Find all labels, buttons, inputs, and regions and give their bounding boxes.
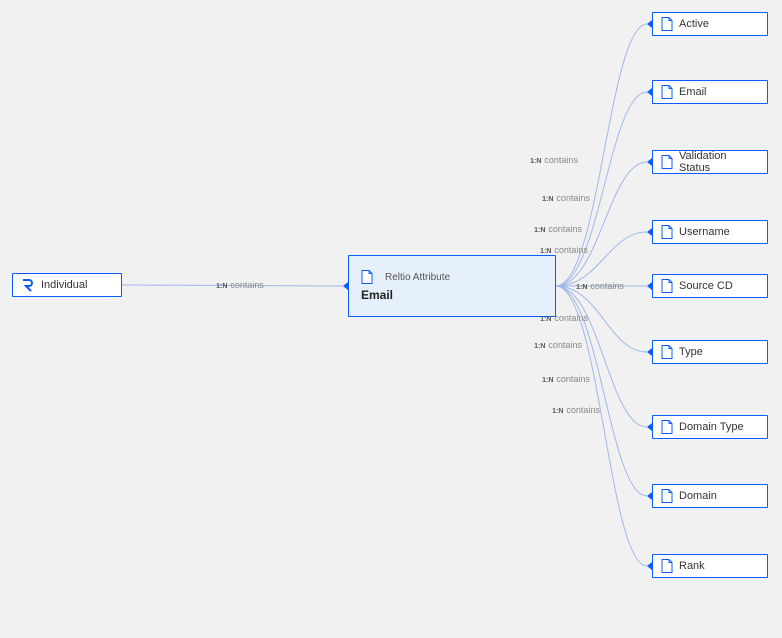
edge-cardinality: 1:N	[534, 227, 545, 234]
document-icon	[361, 270, 373, 284]
reltio-logo-icon	[21, 278, 35, 292]
edge-relation: contains	[590, 281, 624, 291]
edge-relation: contains	[548, 224, 582, 234]
node-label: Type	[679, 346, 703, 358]
edge-relation: contains	[548, 340, 582, 350]
document-icon	[661, 85, 673, 99]
node-label: Validation Status	[679, 150, 759, 174]
attribute-node[interactable]: Domain Type	[652, 415, 768, 439]
edge-cardinality: 1:N	[534, 343, 545, 350]
edge-relation: contains	[554, 245, 588, 255]
document-icon	[661, 279, 673, 293]
document-icon	[661, 155, 673, 169]
node-label: Domain	[679, 490, 717, 502]
node-subtitle: Reltio Attribute	[385, 272, 450, 283]
edge-cardinality: 1:N	[552, 408, 563, 415]
document-icon	[661, 489, 673, 503]
edge-cardinality: 1:N	[576, 284, 587, 291]
entity-node-individual[interactable]: Individual	[12, 273, 122, 297]
edge-relation: contains	[544, 155, 578, 165]
document-icon	[661, 559, 673, 573]
node-label: Active	[679, 18, 709, 30]
edge-label: 1:Ncontains	[216, 280, 264, 290]
edge-label: 1:Ncontains	[540, 245, 588, 255]
attribute-node[interactable]: Email	[652, 80, 768, 104]
node-label: Username	[679, 226, 730, 238]
document-icon	[661, 420, 673, 434]
attribute-node[interactable]: Validation Status	[652, 150, 768, 174]
edge-label: 1:Ncontains	[542, 374, 590, 384]
node-subtitle-row: Reltio Attribute	[361, 270, 450, 284]
edge-cardinality: 1:N	[542, 377, 553, 384]
edge-label: 1:Ncontains	[540, 313, 588, 323]
attribute-node[interactable]: Domain	[652, 484, 768, 508]
edge-cardinality: 1:N	[530, 158, 541, 165]
attribute-node[interactable]: Username	[652, 220, 768, 244]
edge-relation: contains	[566, 405, 600, 415]
edge-relation: contains	[554, 313, 588, 323]
document-icon	[661, 17, 673, 31]
edge-label: 1:Ncontains	[530, 155, 578, 165]
attribute-node[interactable]: Type	[652, 340, 768, 364]
document-icon	[661, 225, 673, 239]
node-title: Email	[361, 288, 393, 302]
attribute-node[interactable]: Source CD	[652, 274, 768, 298]
edge-cardinality: 1:N	[542, 196, 553, 203]
edge-label: 1:Ncontains	[552, 405, 600, 415]
edge-cardinality: 1:N	[540, 248, 551, 255]
attribute-node[interactable]: Active	[652, 12, 768, 36]
diagram-canvas: Individual Reltio Attribute Email Active…	[0, 0, 782, 638]
edge-label: 1:Ncontains	[576, 281, 624, 291]
node-label: Email	[679, 86, 707, 98]
document-icon	[661, 345, 673, 359]
node-label: Source CD	[679, 280, 733, 292]
edge-label: 1:Ncontains	[542, 193, 590, 203]
node-label: Rank	[679, 560, 705, 572]
edge-relation: contains	[556, 193, 590, 203]
node-label: Individual	[41, 279, 87, 291]
attribute-node[interactable]: Rank	[652, 554, 768, 578]
node-label: Domain Type	[679, 421, 744, 433]
edge-label: 1:Ncontains	[534, 340, 582, 350]
edge-cardinality: 1:N	[216, 283, 227, 290]
attribute-node-email[interactable]: Reltio Attribute Email	[348, 255, 556, 317]
edge-relation: contains	[230, 280, 264, 290]
edge-cardinality: 1:N	[540, 316, 551, 323]
edge-relation: contains	[556, 374, 590, 384]
edge-label: 1:Ncontains	[534, 224, 582, 234]
